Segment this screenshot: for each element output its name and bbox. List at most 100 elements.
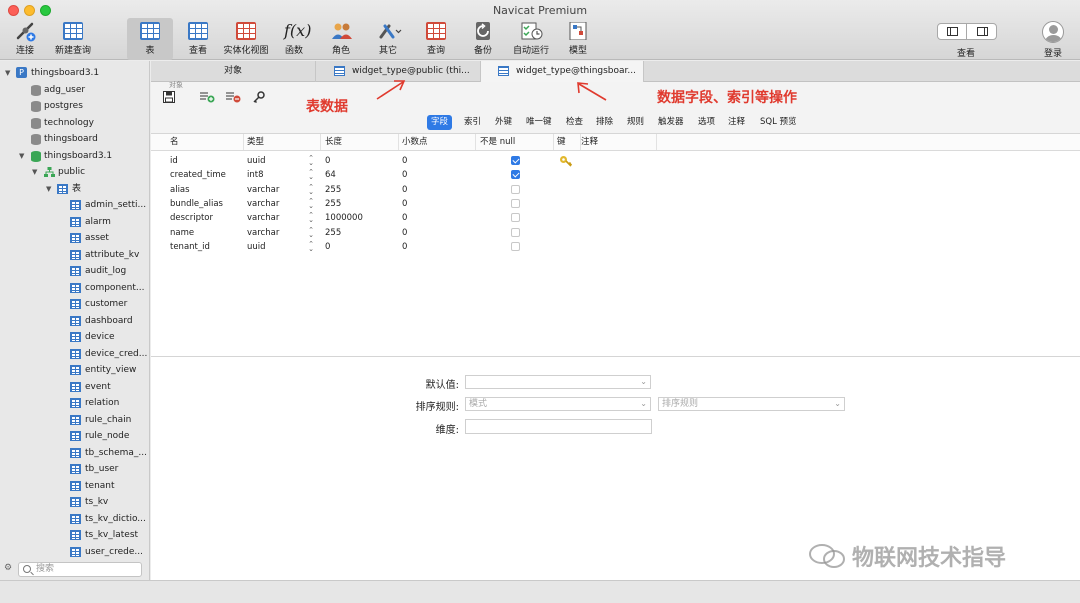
- tree-tables-group[interactable]: ▼ 表: [0, 181, 149, 197]
- tree-table-item[interactable]: attribute_kv: [0, 247, 149, 263]
- field-length-cell[interactable]: 255: [325, 226, 341, 240]
- tree-database[interactable]: adg_user: [0, 82, 149, 98]
- not-null-checkbox[interactable]: [511, 170, 520, 180]
- tree-table-item[interactable]: event: [0, 379, 149, 395]
- subtab-triggers[interactable]: 触发器: [654, 115, 688, 130]
- field-type-cell[interactable]: varchar: [247, 226, 279, 240]
- field-row[interactable]: descriptor varchar ⌃ ⌄ 1000000 0: [151, 211, 1080, 225]
- save-icon[interactable]: [163, 91, 175, 105]
- field-length-cell[interactable]: 0: [325, 154, 330, 168]
- toolbar-table-button[interactable]: 表: [127, 18, 173, 60]
- not-null-checkbox[interactable]: [511, 198, 520, 208]
- toolbar-view-button[interactable]: 查看: [175, 18, 221, 60]
- tree-table-item[interactable]: ts_kv: [0, 494, 149, 510]
- field-row[interactable]: bundle_alias varchar ⌃ ⌄ 255 0: [151, 197, 1080, 211]
- field-decimal-cell[interactable]: 0: [402, 183, 407, 197]
- not-null-checkbox[interactable]: [511, 227, 520, 237]
- tree-table-item[interactable]: customer: [0, 296, 149, 312]
- field-type-cell[interactable]: varchar: [247, 183, 279, 197]
- field-length-cell[interactable]: 255: [325, 183, 341, 197]
- field-type-cell[interactable]: varchar: [247, 211, 279, 225]
- subtab-sql-preview[interactable]: SQL 预览: [756, 115, 801, 130]
- not-null-checkbox[interactable]: [511, 184, 520, 194]
- field-row[interactable]: created_time int8 ⌃ ⌄ 64 0: [151, 168, 1080, 182]
- tree-table-item[interactable]: user_crede...: [0, 544, 149, 560]
- tree-table-item[interactable]: audit_log: [0, 263, 149, 279]
- column-header-comment[interactable]: 注释: [577, 134, 657, 150]
- view-mode-left-button[interactable]: [938, 24, 967, 39]
- sidebar-settings-icon[interactable]: ⚙: [4, 563, 12, 573]
- field-name-cell[interactable]: created_time: [170, 168, 226, 182]
- tree-table-item[interactable]: rule_node: [0, 428, 149, 444]
- toolbar-function-button[interactable]: f(x) 函数: [271, 18, 317, 60]
- field-decimal-cell[interactable]: 0: [402, 211, 407, 225]
- field-length-cell[interactable]: 64: [325, 168, 336, 182]
- field-row[interactable]: name varchar ⌃ ⌄ 255 0: [151, 226, 1080, 240]
- field-name-cell[interactable]: tenant_id: [170, 240, 210, 254]
- add-field-icon[interactable]: [199, 91, 215, 105]
- field-decimal-cell[interactable]: 0: [402, 226, 407, 240]
- subtab-checks[interactable]: 检查: [562, 115, 587, 130]
- type-stepper-icon[interactable]: ⌃ ⌄: [307, 240, 315, 252]
- field-name-cell[interactable]: descriptor: [170, 211, 213, 225]
- tab-widget-type-thingsboard[interactable]: widget_type@thingsboar...: [481, 61, 644, 83]
- tree-table-item[interactable]: relation: [0, 395, 149, 411]
- tree-open-database[interactable]: ▼ thingsboard3.1: [0, 148, 149, 164]
- toolbar-materialized-view-button[interactable]: 实体化视图: [222, 18, 270, 60]
- field-type-cell[interactable]: uuid: [247, 240, 266, 254]
- column-header-name[interactable]: 名: [166, 134, 244, 150]
- field-type-cell[interactable]: int8: [247, 168, 264, 182]
- tab-objects[interactable]: 对象: [151, 61, 316, 82]
- tree-schema[interactable]: ▼ public: [0, 164, 149, 180]
- column-header-decimal[interactable]: 小数点: [398, 134, 476, 150]
- type-stepper-icon[interactable]: ⌃ ⌄: [307, 212, 315, 224]
- type-stepper-icon[interactable]: ⌃ ⌄: [307, 183, 315, 195]
- tree-table-item[interactable]: asset: [0, 230, 149, 246]
- field-name-cell[interactable]: name: [170, 226, 194, 240]
- toolbar-automation-button[interactable]: 自动运行: [508, 18, 554, 60]
- field-decimal-cell[interactable]: 0: [402, 154, 407, 168]
- toolbar-role-button[interactable]: 角色: [318, 18, 364, 60]
- tree-table-item[interactable]: tb_schema_...: [0, 445, 149, 461]
- tree-table-item[interactable]: device: [0, 329, 149, 345]
- tree-table-item[interactable]: dashboard: [0, 313, 149, 329]
- subtab-indexes[interactable]: 索引: [460, 115, 485, 130]
- not-null-checkbox[interactable]: [511, 156, 520, 165]
- tree-table-item[interactable]: admin_setti...: [0, 197, 149, 213]
- type-stepper-icon[interactable]: ⌃ ⌄: [307, 169, 315, 181]
- tree-table-item[interactable]: rule_chain: [0, 412, 149, 428]
- field-length-cell[interactable]: 1000000: [325, 211, 363, 225]
- not-null-checkbox[interactable]: [511, 241, 520, 251]
- tree-table-item[interactable]: tenant: [0, 478, 149, 494]
- subtab-fields[interactable]: 字段: [427, 115, 453, 130]
- tree-database[interactable]: technology: [0, 115, 149, 131]
- tree-table-item[interactable]: ts_kv_dictio...: [0, 511, 149, 527]
- field-name-cell[interactable]: alias: [170, 183, 190, 197]
- tree-table-item[interactable]: tb_user: [0, 461, 149, 477]
- collation-mode-select[interactable]: 模式 ⌄: [465, 397, 651, 411]
- login-avatar-icon[interactable]: [1042, 21, 1064, 43]
- tree-database[interactable]: thingsboard: [0, 131, 149, 147]
- view-mode-right-button[interactable]: [968, 24, 997, 39]
- collation-select[interactable]: 排序规则 ⌄: [658, 397, 845, 411]
- subtab-rules[interactable]: 规则: [623, 115, 648, 130]
- field-decimal-cell[interactable]: 0: [402, 197, 407, 211]
- type-stepper-icon[interactable]: ⌃ ⌄: [307, 155, 315, 167]
- sidebar-search-input[interactable]: 搜索: [18, 562, 142, 577]
- toolbar-connection-button[interactable]: 连接: [2, 18, 48, 60]
- field-decimal-cell[interactable]: 0: [402, 168, 407, 182]
- field-decimal-cell[interactable]: 0: [402, 240, 407, 254]
- default-value-combo[interactable]: ⌄: [465, 375, 651, 389]
- tree-table-item[interactable]: entity_view: [0, 362, 149, 378]
- subtab-options[interactable]: 选项: [694, 115, 719, 130]
- toolbar-other-button[interactable]: 其它: [365, 18, 411, 60]
- tree-table-item[interactable]: device_cred...: [0, 346, 149, 362]
- type-stepper-icon[interactable]: ⌃ ⌄: [307, 197, 315, 209]
- field-row[interactable]: tenant_id uuid ⌃ ⌄ 0 0: [151, 240, 1080, 254]
- column-header-length[interactable]: 长度: [321, 134, 399, 150]
- type-stepper-icon[interactable]: ⌃ ⌄: [307, 226, 315, 238]
- field-row[interactable]: alias varchar ⌃ ⌄ 255 0: [151, 183, 1080, 197]
- tree-database[interactable]: postgres: [0, 98, 149, 114]
- toolbar-new-query-button[interactable]: 新建查询: [50, 18, 96, 60]
- toolbar-model-button[interactable]: 模型: [555, 18, 601, 60]
